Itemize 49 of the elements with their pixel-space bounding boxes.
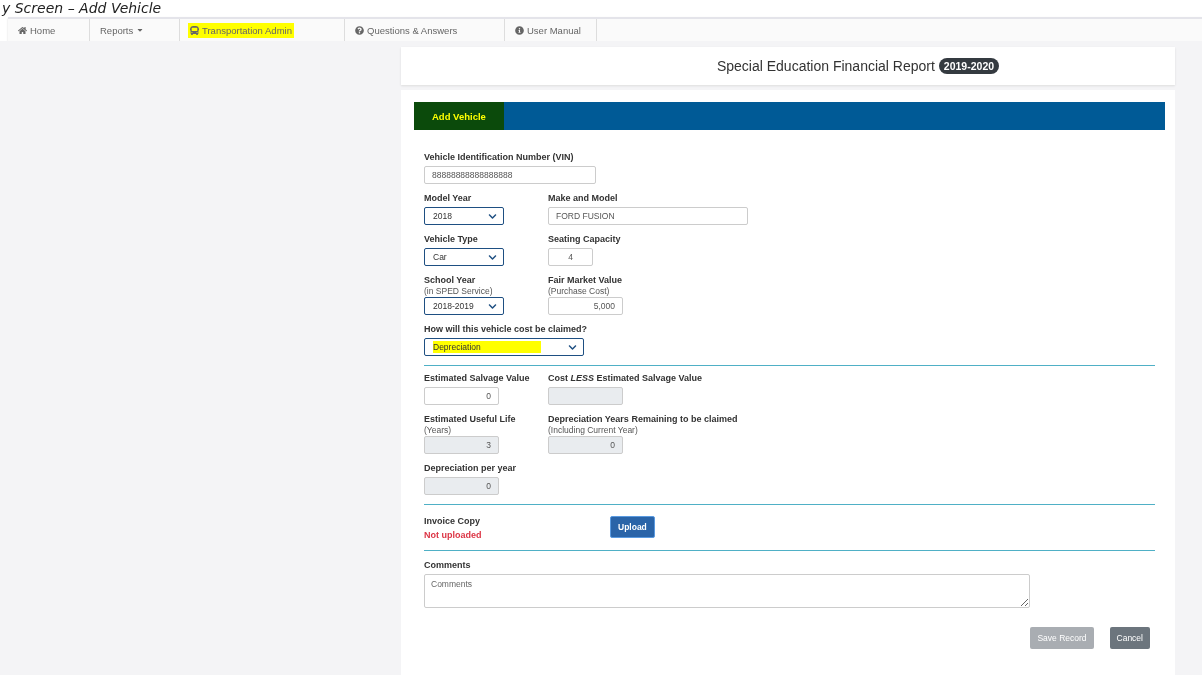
field-label: Depreciation Years Remaining to be claimed — [548, 414, 738, 425]
field-label: Vehicle Identification Number (VIN) — [424, 152, 575, 163]
year-badge: 2019-2020 — [938, 58, 1000, 74]
field-label: How will this vehicle cost be claimed? — [424, 324, 588, 335]
field-label: Seating Capacity — [548, 234, 622, 245]
field-label: Estimated Useful Life — [424, 414, 517, 425]
chevron-down-icon — [568, 342, 577, 352]
input-field[interactable]: 5,000 — [548, 297, 623, 315]
readonly-field[interactable]: 3 — [424, 436, 499, 454]
chevron-down-icon — [488, 211, 497, 221]
upload-status: Not uploaded — [424, 530, 483, 540]
field-hint: (Years) — [424, 425, 453, 435]
bus-icon — [190, 25, 199, 35]
dropdown[interactable]: Car — [424, 248, 504, 266]
field-hint: (Including Current Year) — [548, 425, 639, 435]
chevron-down-icon — [488, 252, 497, 262]
input-field[interactable]: 4 — [548, 248, 593, 266]
field-label: Model Year — [424, 193, 473, 204]
panel-title: Add Vehicle — [414, 102, 504, 130]
info-icon — [515, 25, 524, 35]
input-field[interactable]: 88888888888888888 — [424, 166, 596, 184]
chevron-down-icon — [488, 301, 497, 311]
field-label: Depreciation per year — [424, 463, 518, 474]
field-label: Estimated Salvage Value — [424, 373, 531, 384]
field-label: Vehicle Type — [424, 234, 479, 245]
upload-button[interactable]: Upload — [610, 516, 655, 538]
report-title: Special Education Financial Report — [716, 58, 935, 74]
dropdown[interactable]: 2018 — [424, 207, 504, 225]
readonly-field[interactable] — [548, 387, 623, 405]
help-icon — [355, 25, 364, 35]
dropdown[interactable]: 2018-2019 — [424, 297, 504, 315]
comments-field[interactable]: Comments — [424, 574, 1030, 608]
field-hint: (in SPED Service) — [424, 286, 494, 296]
field-label: School Year — [424, 275, 477, 286]
field-label: Comments — [424, 560, 472, 571]
readonly-field[interactable]: 0 — [424, 477, 499, 495]
caret-icon — [136, 26, 145, 34]
home-icon — [18, 25, 27, 35]
field-label: Fair Market Value — [548, 275, 624, 286]
input-field[interactable]: 0 — [424, 387, 499, 405]
input-field[interactable]: FORD FUSION — [548, 207, 748, 225]
dropdown[interactable]: Depreciation — [424, 338, 584, 356]
field-label: Cost LESS Estimated Salvage Value — [548, 373, 703, 384]
field-label: Make and Model — [548, 193, 619, 204]
readonly-field[interactable]: 0 — [548, 436, 623, 454]
field-hint: (Purchase Cost) — [548, 286, 611, 296]
cancel-button[interactable]: Cancel — [1109, 627, 1150, 649]
field-label: Invoice Copy — [424, 516, 481, 527]
document-caption: y Screen – Add Vehicle — [0, 0, 163, 16]
